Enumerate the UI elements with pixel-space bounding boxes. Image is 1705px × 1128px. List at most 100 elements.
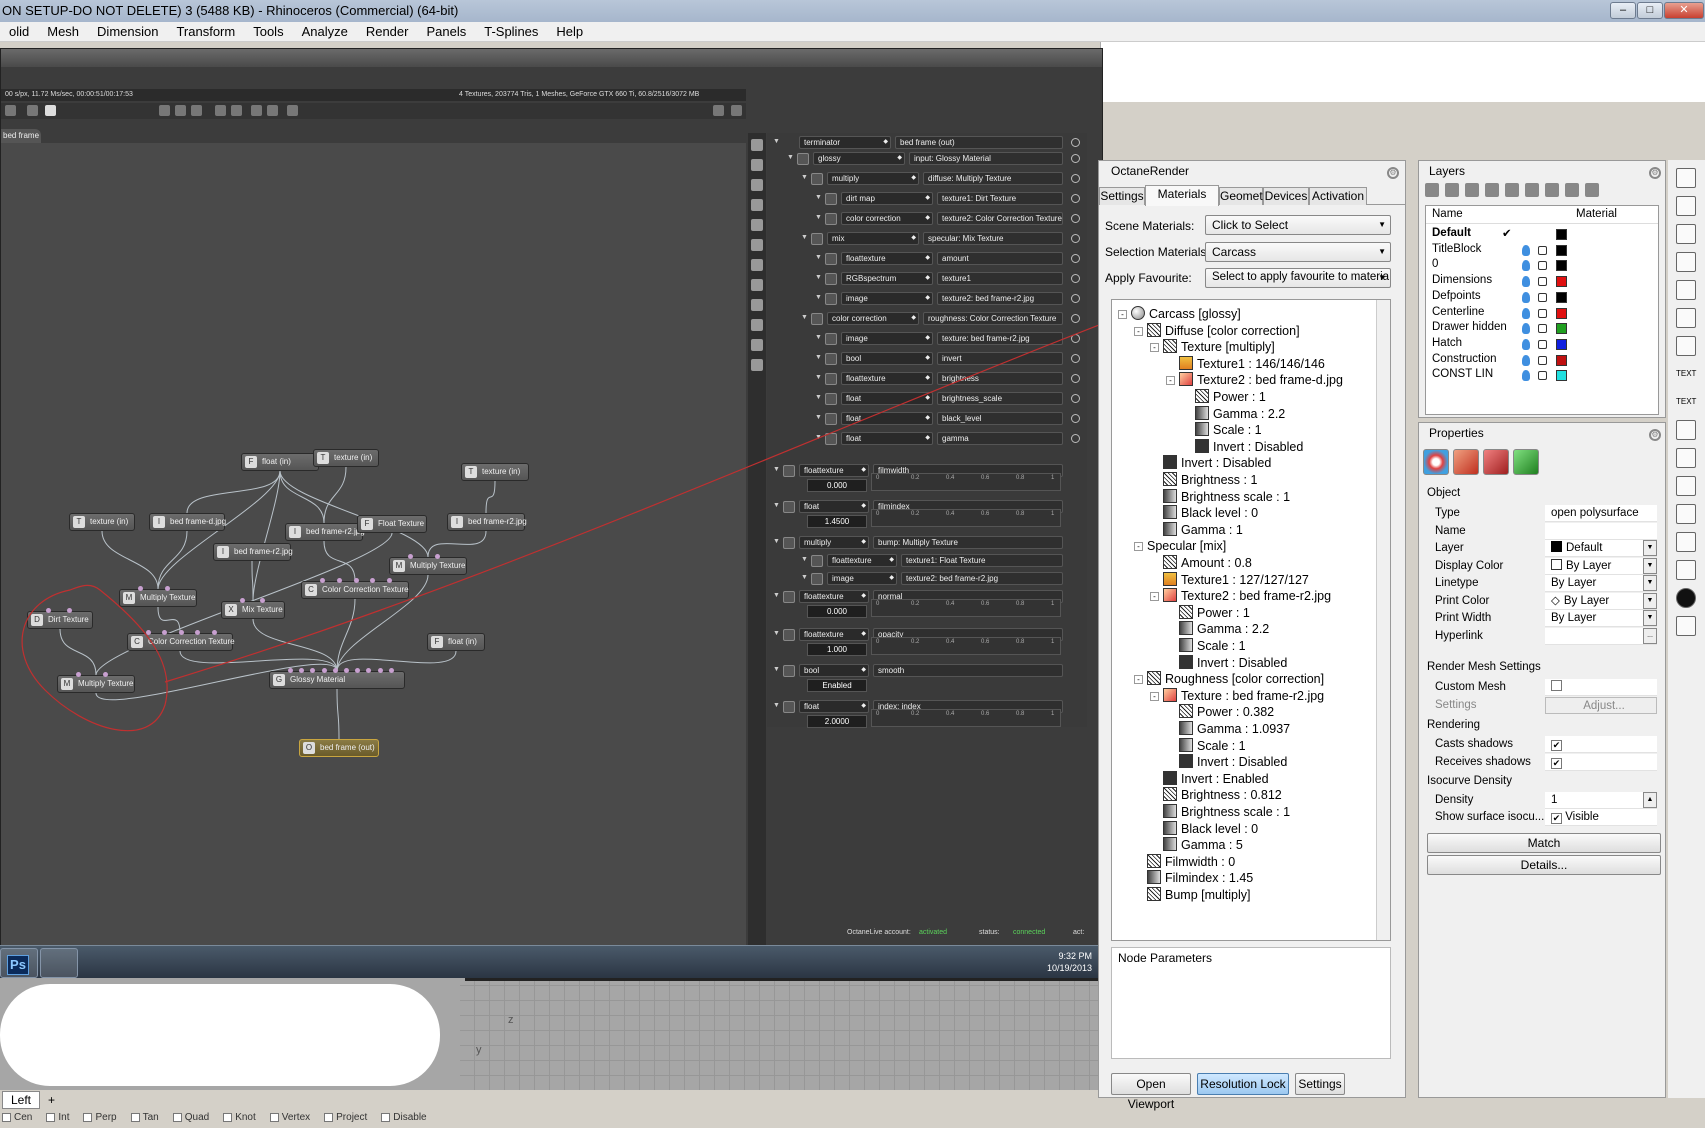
tab-settings[interactable]: Settings [1099, 187, 1145, 205]
tree-item[interactable]: Texture1 : 127/127/127 [1150, 571, 1309, 589]
osnap-option[interactable]: Tan [129, 1112, 159, 1123]
tree-item[interactable]: Power : 0.382 [1166, 704, 1274, 721]
osnap-checkbox[interactable] [130, 1112, 140, 1122]
tree-item[interactable]: Invert : Disabled [1150, 455, 1271, 472]
selection-materials-select[interactable]: Carcass [1205, 242, 1391, 262]
layer-color-swatch[interactable] [1556, 338, 1567, 350]
taskbar-rhino[interactable] [40, 948, 78, 978]
tab-devices[interactable]: Devices [1263, 187, 1309, 205]
chevron-down-icon[interactable]: ▼ [1643, 610, 1657, 626]
command-area[interactable] [1100, 42, 1705, 102]
material-tree[interactable]: - Carcass [glossy] - Diffuse [color correct… [1111, 299, 1391, 941]
layer-row[interactable]: Defpoints [1426, 289, 1658, 306]
tree-scrollbar[interactable] [1376, 300, 1390, 940]
lock-icon[interactable] [1538, 355, 1547, 365]
prop-value[interactable]: ... [1545, 627, 1657, 645]
osnap-checkbox[interactable] [172, 1112, 182, 1122]
taskbar-photoshop[interactable]: Ps [0, 948, 38, 978]
tool-sphere-icon[interactable] [1676, 588, 1696, 608]
tool-aligned-icon[interactable] [1676, 196, 1696, 216]
tool-spiral-icon[interactable] [1676, 616, 1696, 636]
tree-item[interactable]: - Specular [mix] [1134, 538, 1226, 555]
prop-value[interactable]: open polysurface [1545, 505, 1657, 522]
delete-icon[interactable] [1465, 183, 1479, 197]
density-spinner[interactable]: ▲ [1643, 792, 1657, 808]
add-viewport-tab[interactable]: + [48, 1093, 55, 1107]
lock-icon[interactable] [1538, 339, 1547, 349]
tool-text2-icon[interactable]: TEXT [1676, 392, 1696, 412]
tool-block-icon[interactable] [1676, 448, 1696, 468]
collapse-icon[interactable]: - [1150, 592, 1159, 602]
tool-arrow-icon[interactable] [1676, 336, 1696, 356]
tool-hatch-icon[interactable] [1676, 420, 1696, 440]
visibility-bulb-icon[interactable] [1522, 338, 1530, 350]
minimize-button[interactable]: – [1610, 2, 1636, 19]
collapse-icon[interactable]: - [1118, 310, 1127, 319]
lock-icon[interactable] [1538, 308, 1547, 318]
tree-item[interactable]: Brightness : 0.812 [1150, 787, 1282, 804]
tree-item[interactable]: Black level : 0 [1150, 820, 1258, 838]
help-icon[interactable] [1585, 183, 1599, 197]
tool-mesh-icon[interactable] [1676, 476, 1696, 496]
tree-item[interactable]: Brightness scale : 1 [1150, 488, 1290, 506]
layer-color-swatch[interactable] [1556, 260, 1567, 272]
receives-shadows-checkbox[interactable]: ✔ [1551, 758, 1562, 769]
tool-folder-icon[interactable] [1676, 560, 1696, 580]
tree-item[interactable]: Gamma : 1.0937 [1166, 721, 1290, 738]
prop-value[interactable]: By Layer ▼ [1545, 575, 1657, 592]
collapse-icon[interactable]: - [1150, 343, 1159, 353]
osnap-checkbox[interactable] [269, 1112, 279, 1122]
tree-item[interactable]: Scale : 1 [1166, 737, 1246, 755]
osnap-option[interactable]: Cen [0, 1112, 32, 1123]
tree-item[interactable]: Invert : Disabled [1182, 438, 1303, 456]
apply-favourite-select[interactable]: Select to apply favourite to materia [1205, 268, 1391, 288]
osnap-option[interactable]: Vertex [268, 1112, 310, 1123]
visibility-bulb-icon[interactable] [1522, 291, 1530, 303]
osnap-option[interactable]: Perp [81, 1112, 117, 1123]
visibility-bulb-icon[interactable] [1522, 276, 1530, 288]
visibility-bulb-icon[interactable] [1522, 354, 1530, 366]
tree-item[interactable]: - Roughness [color correction] [1134, 671, 1324, 688]
material-icon[interactable] [1453, 449, 1479, 475]
tree-item[interactable]: Invert : Disabled [1166, 754, 1287, 771]
tree-item[interactable]: Bump [multiply] [1134, 887, 1250, 904]
collapse-icon[interactable]: - [1150, 691, 1159, 701]
octane-material-icon[interactable] [1483, 449, 1509, 475]
tree-item[interactable]: Black level : 0 [1150, 505, 1258, 522]
osnap-checkbox[interactable] [324, 1112, 334, 1122]
tool-radius-icon[interactable] [1676, 280, 1696, 300]
layer-row[interactable]: Construction [1426, 352, 1658, 369]
lock-icon[interactable] [1538, 292, 1547, 302]
object-properties-icon[interactable] [1423, 449, 1449, 475]
tool-angle-icon[interactable] [1676, 252, 1696, 272]
tool-text-icon[interactable]: TEXT [1676, 364, 1696, 384]
new-layer-icon[interactable] [1425, 183, 1439, 197]
visibility-bulb-icon[interactable] [1522, 370, 1530, 382]
layer-color-swatch[interactable] [1556, 276, 1567, 288]
adjust-button[interactable]: Adjust... [1545, 697, 1657, 714]
lock-icon[interactable] [1538, 245, 1547, 255]
tree-item[interactable]: Gamma : 5 [1150, 837, 1243, 854]
chevron-down-icon[interactable]: ▼ [1643, 557, 1657, 574]
osnap-checkbox[interactable] [223, 1112, 233, 1122]
visibility-bulb-icon[interactable] [1522, 260, 1530, 272]
layer-row[interactable]: 0 [1426, 257, 1658, 274]
texture-mapping-icon[interactable] [1513, 449, 1539, 475]
visible-checkbox[interactable]: ✔ [1551, 813, 1562, 824]
octane-gear-icon[interactable]: ⚙ [1387, 167, 1399, 179]
tree-item[interactable]: Filmindex : 1.45 [1134, 870, 1253, 887]
lock-icon[interactable] [1538, 371, 1547, 381]
osnap-option[interactable]: Disable [379, 1112, 427, 1123]
filter-icon[interactable] [1545, 183, 1559, 197]
osnap-checkbox[interactable] [46, 1112, 56, 1122]
prop-value[interactable]: By Layer ▼ [1545, 610, 1657, 627]
layer-color-swatch[interactable] [1556, 291, 1567, 303]
collapse-icon[interactable]: - [1134, 326, 1143, 336]
tree-item[interactable]: Gamma : 2.2 [1166, 621, 1269, 638]
layer-color-swatch[interactable] [1556, 307, 1567, 319]
tree-item[interactable]: Power : 1 [1166, 604, 1250, 622]
tree-item[interactable]: Invert : Disabled [1166, 654, 1287, 672]
move-down-icon[interactable] [1505, 183, 1519, 197]
tab-left-viewport[interactable]: Left [2, 1091, 40, 1109]
settings-button[interactable]: Settings [1295, 1073, 1345, 1095]
